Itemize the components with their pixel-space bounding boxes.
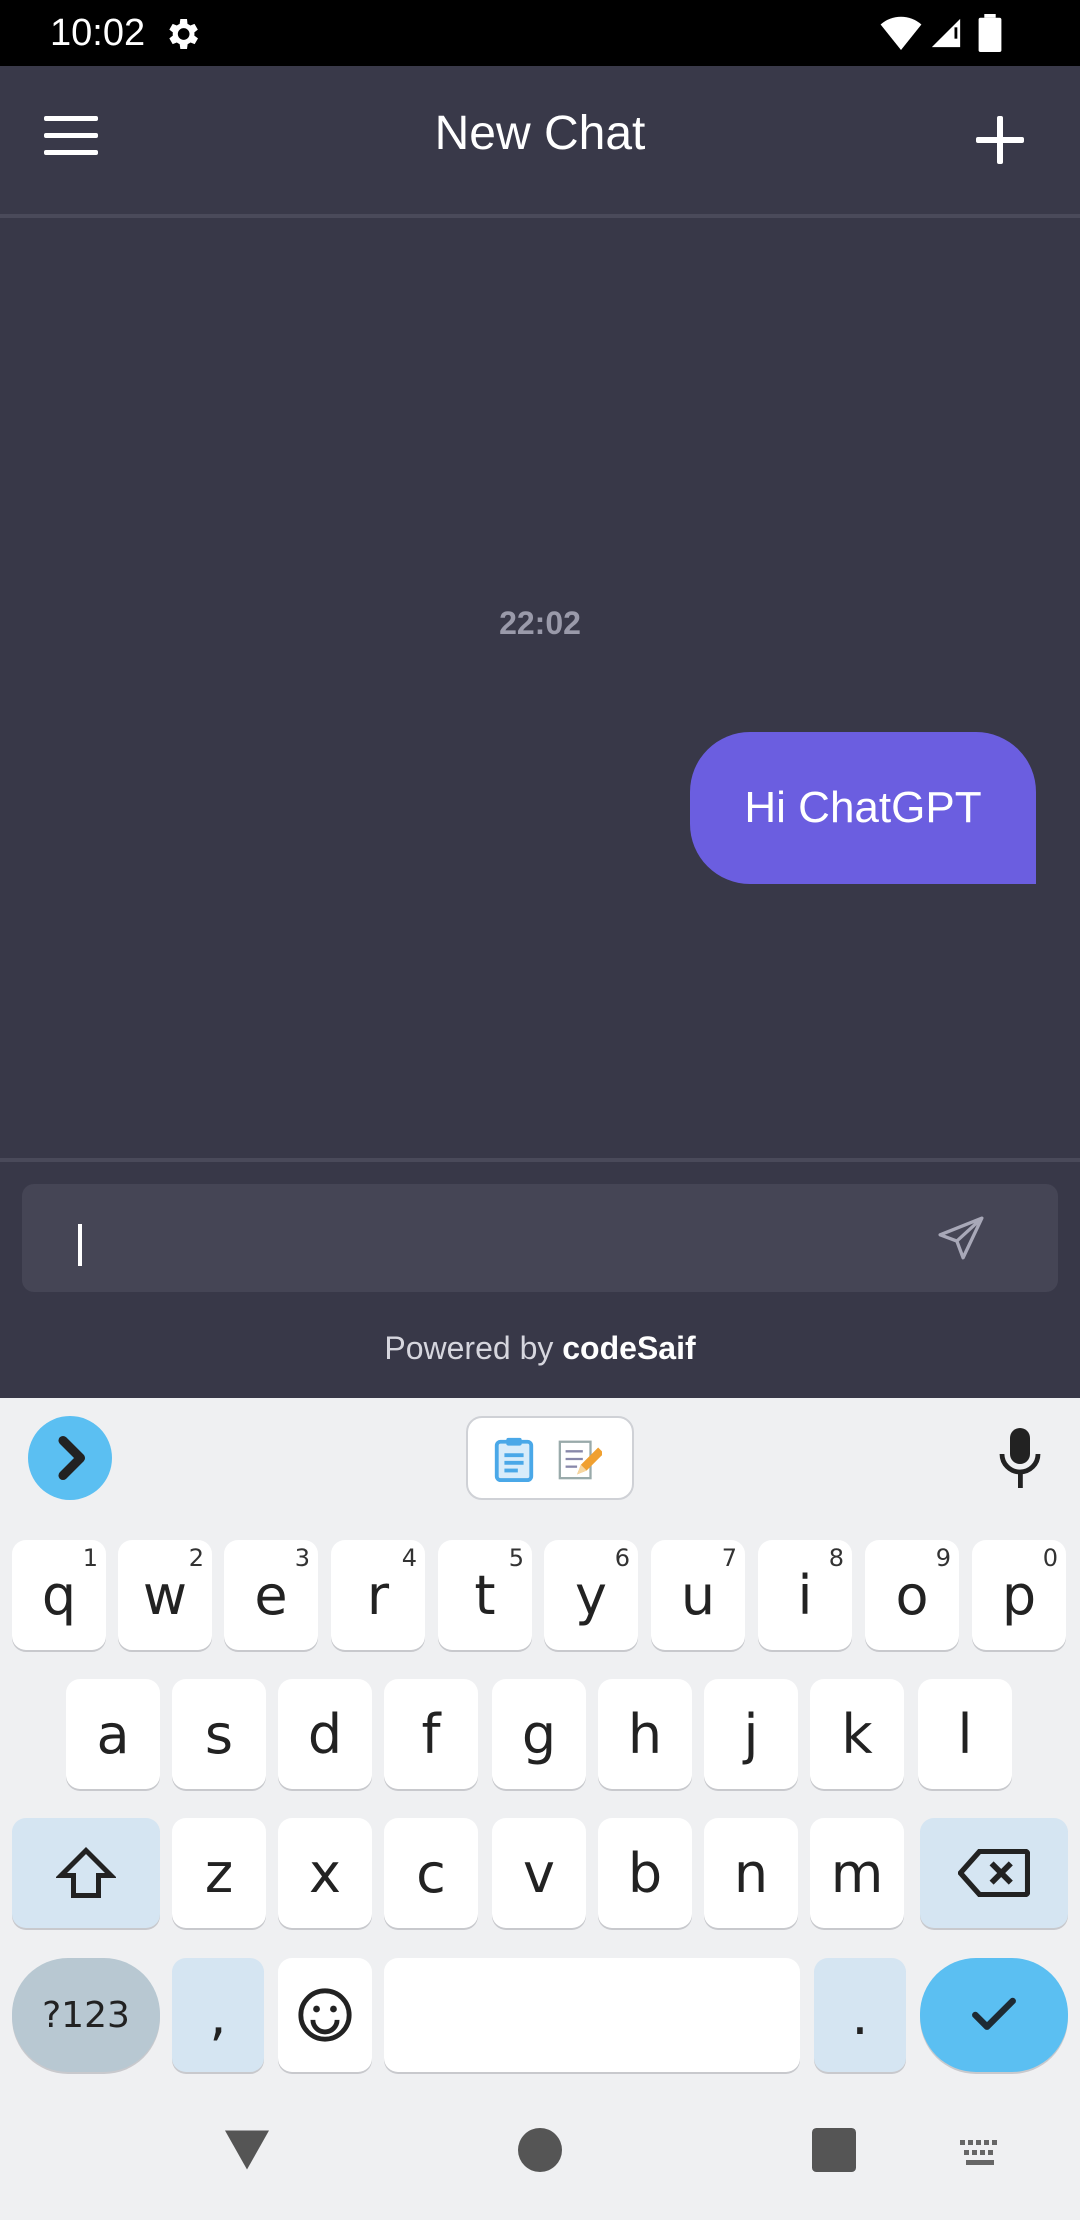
key-number-hint: 9 (935, 1544, 951, 1572)
space-key[interactable] (384, 1958, 800, 2072)
key-k[interactable]: k (810, 1679, 904, 1789)
symbols-key[interactable]: ?123 (12, 1958, 160, 2072)
enter-check-key[interactable] (920, 1958, 1068, 2072)
key-s[interactable]: s (172, 1679, 266, 1789)
key-label: q (41, 1563, 77, 1627)
key-l[interactable]: l (918, 1679, 1012, 1789)
key-number-hint: 0 (1042, 1544, 1058, 1572)
clipboard-icon (494, 1437, 534, 1482)
key-label: y (575, 1563, 607, 1627)
key-m[interactable]: m (810, 1818, 904, 1928)
key-label: u (680, 1563, 716, 1627)
text-cursor (78, 1224, 82, 1266)
key-n[interactable]: n (704, 1818, 798, 1928)
key-label: r (366, 1563, 390, 1627)
key-number-hint: 6 (614, 1544, 630, 1572)
key-r[interactable]: r4 (331, 1540, 425, 1650)
key-q[interactable]: q1 (12, 1540, 106, 1650)
key-label: w (142, 1563, 188, 1627)
key-u[interactable]: u7 (651, 1540, 745, 1650)
key-v[interactable]: v (492, 1818, 586, 1928)
key-number-hint: 1 (82, 1544, 98, 1572)
key-f[interactable]: f (384, 1679, 478, 1789)
system-nav-bar (0, 2096, 1080, 2220)
powered-by-prefix: Powered by (384, 1330, 554, 1366)
signal-icon (931, 18, 961, 48)
settings-gear-icon (169, 19, 198, 49)
key-number-hint: 2 (188, 1544, 204, 1572)
keyboard-expand-chevron-icon[interactable] (28, 1416, 112, 1500)
key-w[interactable]: w2 (118, 1540, 212, 1650)
clipboard-suggestion-chip[interactable] (466, 1416, 634, 1500)
emoji-key[interactable] (278, 1958, 372, 2072)
powered-by-brand: codeSaif (562, 1330, 696, 1366)
key-label: t (474, 1563, 496, 1627)
key-j[interactable]: j (704, 1679, 798, 1789)
recents-square-icon[interactable] (812, 2128, 856, 2172)
key-h[interactable]: h (598, 1679, 692, 1789)
battery-icon (978, 14, 1002, 52)
shift-arrow-icon (56, 1846, 116, 1898)
key-c[interactable]: c (384, 1818, 478, 1928)
chat-messages (0, 218, 1080, 1158)
key-t[interactable]: t5 (438, 1540, 532, 1650)
key-number-hint: 7 (721, 1544, 737, 1572)
key-number-hint: 3 (294, 1544, 310, 1572)
key-z[interactable]: z (172, 1818, 266, 1928)
key-p[interactable]: p0 (972, 1540, 1066, 1650)
key-y[interactable]: y6 (544, 1540, 638, 1650)
powered-by: Powered by codeSaif (0, 1330, 1080, 1367)
back-triangle-icon[interactable] (222, 2128, 272, 2172)
key-number-hint: 8 (828, 1544, 844, 1572)
comma-key[interactable]: , (172, 1958, 264, 2072)
message-input[interactable] (22, 1184, 1058, 1292)
send-icon[interactable] (936, 1214, 986, 1264)
key-label: i (797, 1563, 813, 1627)
home-circle-icon[interactable] (518, 2128, 562, 2172)
new-chat-plus-icon[interactable] (976, 116, 1024, 164)
wifi-icon (880, 16, 922, 50)
key-o[interactable]: o9 (865, 1540, 959, 1650)
key-a[interactable]: a (66, 1679, 160, 1789)
key-x[interactable]: x (278, 1818, 372, 1928)
user-message-bubble: Hi ChatGPT (690, 732, 1036, 884)
memo-icon (558, 1440, 602, 1480)
key-b[interactable]: b (598, 1818, 692, 1928)
backspace-key[interactable] (920, 1818, 1068, 1928)
shift-key[interactable] (12, 1818, 160, 1928)
composer-divider (0, 1158, 1080, 1162)
page-title: New Chat (434, 107, 646, 160)
checkmark-icon (972, 1997, 1016, 2030)
message-timestamp: 22:02 (499, 605, 581, 641)
key-label: e (254, 1563, 288, 1627)
microphone-icon[interactable] (998, 1428, 1042, 1488)
key-e[interactable]: e3 (224, 1540, 318, 1650)
backspace-icon (958, 1849, 1030, 1897)
key-label: p (1001, 1563, 1037, 1627)
key-number-hint: 5 (508, 1544, 524, 1572)
status-bar: 10:02 (0, 0, 1080, 66)
key-g[interactable]: g (492, 1679, 586, 1789)
key-label: o (895, 1563, 929, 1627)
key-i[interactable]: i8 (758, 1540, 852, 1650)
status-time: 10:02 (50, 12, 146, 54)
keyboard-switch-icon[interactable] (960, 2140, 1004, 2168)
key-number-hint: 4 (401, 1544, 417, 1572)
key-d[interactable]: d (278, 1679, 372, 1789)
emoji-smile-icon (298, 1988, 352, 2042)
period-key[interactable]: . (814, 1958, 906, 2072)
